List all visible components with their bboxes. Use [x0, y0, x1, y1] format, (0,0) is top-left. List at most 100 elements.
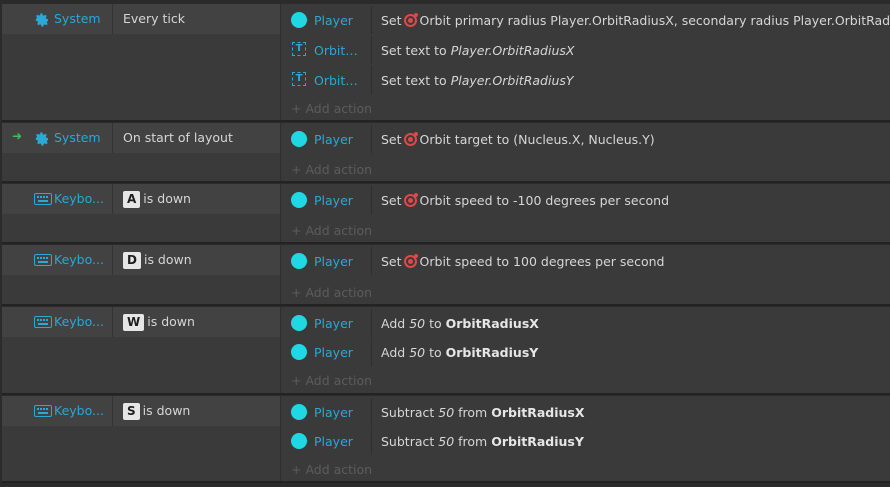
- action-object-name: Player: [314, 434, 353, 449]
- orbit-icon: [403, 193, 418, 207]
- action-area: Player Set Orbit speed to -100 degrees pe…: [280, 184, 890, 242]
- action-verb: Set: [381, 193, 402, 208]
- action-row[interactable]: T OrbitR... Set text to Player.OrbitRadi…: [281, 66, 890, 94]
- action-row[interactable]: Player Subtract 50 from OrbitRadiusY: [281, 427, 890, 455]
- event-block[interactable]: System Every tick Player Set Orbit primar…: [2, 4, 890, 122]
- action-row[interactable]: Player Set Orbit target to (Nucleus.X, Nu…: [281, 125, 890, 153]
- event-block[interactable]: Keybo... Ais down Player Set Orbit speed …: [2, 184, 890, 244]
- condition-area: ➜ System On start of layout: [2, 123, 280, 181]
- condition-row[interactable]: ➜ System On start of layout: [2, 123, 280, 153]
- action-text: Add 50 to OrbitRadiusY: [381, 345, 538, 360]
- action-param-italic: 50: [438, 434, 455, 449]
- action-preposition: to: [429, 345, 442, 360]
- condition-area: System Every tick: [2, 4, 280, 120]
- sprite-icon: [291, 315, 307, 331]
- condition-text: Ais down: [123, 191, 191, 208]
- action-object[interactable]: Player: [281, 125, 372, 153]
- action-object[interactable]: Player: [281, 427, 372, 455]
- sprite-icon: [291, 131, 307, 147]
- event-block[interactable]: Keybo... Wis down Player Add 50 to Orbit…: [2, 307, 890, 395]
- action-params: Orbit speed to 100 degrees per second: [419, 254, 665, 269]
- trigger-arrow-icon: ➜: [12, 129, 23, 143]
- action-text: Set text to Player.OrbitRadiusY: [381, 73, 574, 88]
- action-object[interactable]: Player: [281, 309, 372, 337]
- action-param-italic: Player.OrbitRadiusX: [450, 43, 575, 58]
- action-param-bold: OrbitRadiusY: [491, 434, 584, 449]
- keyboard-icon: [34, 315, 52, 329]
- action-param-italic: 50: [409, 345, 426, 360]
- add-action-button[interactable]: + Add action: [291, 285, 372, 300]
- condition-object[interactable]: System: [2, 4, 113, 34]
- action-object[interactable]: Player: [281, 247, 372, 275]
- action-object-name: Player: [314, 132, 353, 147]
- action-param-bold: OrbitRadiusX: [491, 405, 585, 420]
- action-verb: Set: [381, 254, 402, 269]
- add-action-button[interactable]: + Add action: [291, 373, 372, 388]
- condition-object[interactable]: Keybo...: [2, 184, 113, 214]
- action-object-name: Player: [314, 405, 353, 420]
- event-block[interactable]: Keybo... Sis down Player Subtract 50 fro…: [2, 396, 890, 483]
- condition-area: Keybo... Sis down: [2, 396, 280, 481]
- key-badge: W: [123, 314, 145, 331]
- action-text: Set Orbit primary radius Player.OrbitRadi…: [381, 13, 890, 28]
- action-object-name: Player: [314, 254, 353, 269]
- action-row[interactable]: Player Add 50 to OrbitRadiusY: [281, 338, 890, 366]
- action-param-bold: OrbitRadiusY: [445, 345, 539, 360]
- action-text: Set Orbit speed to 100 degrees per second: [381, 254, 665, 269]
- action-text: Add 50 to OrbitRadiusX: [381, 316, 539, 331]
- action-area: Player Set Orbit target to (Nucleus.X, Nu…: [280, 123, 890, 181]
- sprite-icon: [291, 404, 307, 420]
- action-text: Subtract 50 from OrbitRadiusY: [381, 434, 584, 449]
- action-object[interactable]: Player: [281, 6, 372, 34]
- action-row[interactable]: Player Subtract 50 from OrbitRadiusX: [281, 398, 890, 426]
- condition-text: Wis down: [123, 314, 195, 331]
- action-text: Set Orbit target to (Nucleus.X, Nucleus.Y…: [381, 132, 655, 147]
- action-object[interactable]: Player: [281, 186, 372, 214]
- sprite-icon: [291, 344, 307, 360]
- condition-row[interactable]: Keybo... Ais down: [2, 184, 280, 214]
- action-area: Player Set Orbit speed to 100 degrees per…: [280, 245, 890, 304]
- key-badge: A: [123, 191, 141, 208]
- condition-object[interactable]: Keybo...: [2, 245, 113, 275]
- sprite-icon: [291, 253, 307, 269]
- key-badge: S: [123, 403, 140, 420]
- condition-area: Keybo... Ais down: [2, 184, 280, 242]
- condition-label: is down: [143, 191, 191, 206]
- add-action-button[interactable]: + Add action: [291, 462, 372, 477]
- condition-area: Keybo... Wis down: [2, 307, 280, 393]
- action-row[interactable]: Player Add 50 to OrbitRadiusX: [281, 309, 890, 337]
- add-action-button[interactable]: + Add action: [291, 223, 372, 238]
- condition-object-name: Keybo...: [54, 191, 104, 206]
- add-action-button[interactable]: + Add action: [291, 101, 372, 116]
- action-row[interactable]: Player Set Orbit speed to -100 degrees pe…: [281, 186, 890, 214]
- gear-icon: [34, 131, 50, 146]
- keyboard-icon: [34, 253, 52, 267]
- text-object-icon: T: [292, 72, 306, 86]
- action-verb: Subtract: [381, 405, 435, 420]
- add-action-button[interactable]: + Add action: [291, 162, 372, 177]
- action-row[interactable]: Player Set Orbit primary radius Player.Or…: [281, 6, 890, 34]
- action-object-name: Player: [314, 345, 353, 360]
- action-object[interactable]: T OrbitR...: [281, 36, 372, 64]
- condition-text: Dis down: [123, 252, 192, 269]
- condition-row[interactable]: Keybo... Sis down: [2, 396, 280, 426]
- action-object[interactable]: Player: [281, 398, 372, 426]
- condition-row[interactable]: Keybo... Dis down: [2, 245, 280, 275]
- action-param-italic: Player.OrbitRadiusY: [450, 73, 574, 88]
- condition-object[interactable]: Keybo...: [2, 396, 113, 426]
- event-block[interactable]: Keybo... Dis down Player Set Orbit speed …: [2, 245, 890, 306]
- condition-object[interactable]: ➜ System: [2, 123, 113, 153]
- action-area: Player Set Orbit primary radius Player.Or…: [280, 4, 890, 120]
- action-object[interactable]: T OrbitR...: [281, 66, 372, 94]
- action-object-name: Player: [314, 316, 353, 331]
- action-params: Orbit primary radius Player.OrbitRadiusX…: [419, 13, 890, 28]
- action-row[interactable]: T OrbitR... Set text to Player.OrbitRadi…: [281, 36, 890, 64]
- condition-row[interactable]: System Every tick: [2, 4, 280, 34]
- condition-row[interactable]: Keybo... Wis down: [2, 307, 280, 337]
- action-row[interactable]: Player Set Orbit speed to 100 degrees per…: [281, 247, 890, 275]
- event-block[interactable]: ➜ System On start of layout Player Set Or…: [2, 123, 890, 183]
- action-object[interactable]: Player: [281, 338, 372, 366]
- condition-object-name: Keybo...: [54, 252, 104, 267]
- action-area: Player Add 50 to OrbitRadiusX Player Add…: [280, 307, 890, 393]
- condition-object[interactable]: Keybo...: [2, 307, 113, 337]
